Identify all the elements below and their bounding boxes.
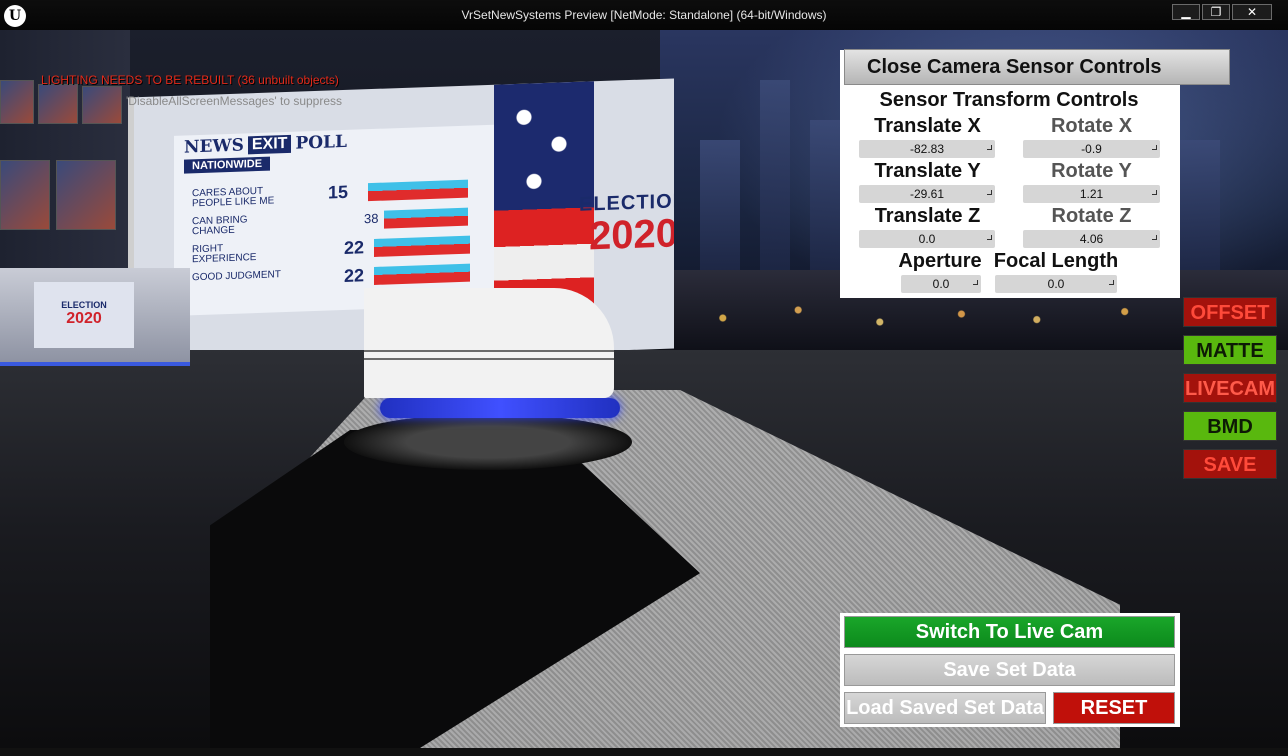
matte-button[interactable]: MATTE	[1183, 335, 1277, 365]
anchor-desk	[364, 288, 614, 398]
close-camera-sensor-controls-button[interactable]: Close Camera Sensor Controls	[844, 49, 1230, 85]
focal-length-field[interactable]: 0.0	[995, 275, 1117, 293]
window-title: VrSetNewSystems Preview [NetMode: Standa…	[461, 8, 827, 22]
poll-row-bar	[374, 235, 470, 257]
anchor-desk-base	[344, 414, 632, 470]
aperture-field[interactable]: 0.0	[901, 275, 981, 293]
focal-length-label: Focal Length	[993, 250, 1119, 272]
side-desk-screen: ELECTION 2020	[34, 282, 134, 348]
poll-row-label: CAN BRING CHANGE	[192, 214, 248, 238]
poll-word: POLL	[295, 131, 347, 154]
side-desk: ELECTION 2020	[0, 268, 190, 366]
poll-row-label: RIGHT EXPERIENCE	[192, 243, 257, 266]
rotate-z-label: Rotate Z	[1051, 205, 1132, 227]
screen-messages-hint: 'DisableAllScreenMessages' to suppress	[126, 94, 343, 108]
load-saved-set-data-button[interactable]: Load Saved Set Data	[844, 692, 1046, 724]
monitor-wall	[0, 30, 130, 270]
poll-row-value: 38	[364, 210, 379, 227]
poll-brand: NEWS	[184, 135, 244, 158]
poll-row-bar	[384, 207, 468, 229]
poll-row-value: 22	[344, 265, 365, 286]
poll-row-label: CARES ABOUT PEOPLE LIKE ME	[192, 185, 275, 210]
translate-x-field[interactable]: -82.83	[859, 140, 995, 158]
poll-subtitle: NATIONWIDE	[184, 156, 271, 174]
poll-exit-label: EXIT	[247, 134, 292, 155]
sensor-panel-title: Sensor Transform Controls	[879, 89, 1139, 111]
translate-y-label: Translate Y	[874, 160, 981, 182]
anchor-desk-glow	[380, 398, 620, 418]
title-bar: U VrSetNewSystems Preview [NetMode: Stan…	[0, 0, 1288, 30]
rotate-y-field[interactable]: 1.21	[1023, 185, 1160, 203]
livecam-button[interactable]: LIVECAM	[1183, 373, 1277, 403]
translate-z-label: Translate Z	[874, 205, 981, 227]
poll-row-bar	[368, 179, 468, 202]
translate-x-label: Translate X	[874, 115, 981, 137]
bmd-button[interactable]: BMD	[1183, 411, 1277, 441]
poll-row-value: 22	[344, 237, 365, 258]
side-desk-election-year: 2020	[66, 310, 102, 327]
poll-row-bar	[374, 263, 470, 285]
minimize-button[interactable]: ▁	[1172, 4, 1200, 20]
save-set-data-button[interactable]: Save Set Data	[844, 654, 1175, 686]
translate-y-field[interactable]: -29.61	[859, 185, 995, 203]
lighting-warning-message: LIGHTING NEEDS TO BE REBUILT (36 unbuilt…	[41, 73, 339, 87]
aperture-label: Aperture	[898, 250, 982, 272]
side-desk-election-word: ELECTION	[61, 300, 107, 310]
bottom-border	[0, 748, 1288, 756]
election-year: 2020	[589, 211, 674, 259]
rotate-z-field[interactable]: 4.06	[1023, 230, 1160, 248]
window-controls: ▁ ❐ ✕	[1172, 4, 1272, 20]
rotate-x-field[interactable]: -0.9	[1023, 140, 1160, 158]
maximize-button[interactable]: ❐	[1202, 4, 1230, 20]
rotate-x-label: Rotate X	[1050, 115, 1133, 137]
switch-to-live-cam-button[interactable]: Switch To Live Cam	[844, 616, 1175, 648]
close-window-button[interactable]: ✕	[1232, 4, 1272, 20]
reset-button[interactable]: RESET	[1053, 692, 1175, 724]
poll-row-value: 15	[328, 181, 349, 203]
save-button[interactable]: SAVE	[1183, 449, 1277, 479]
poll-row-label: GOOD JUDGMENT	[192, 269, 281, 284]
election-graphic: ELECTION 2020	[579, 190, 674, 259]
translate-z-field[interactable]: 0.0	[859, 230, 995, 248]
rotate-y-label: Rotate Y	[1051, 160, 1132, 182]
offset-button[interactable]: OFFSET	[1183, 297, 1277, 327]
